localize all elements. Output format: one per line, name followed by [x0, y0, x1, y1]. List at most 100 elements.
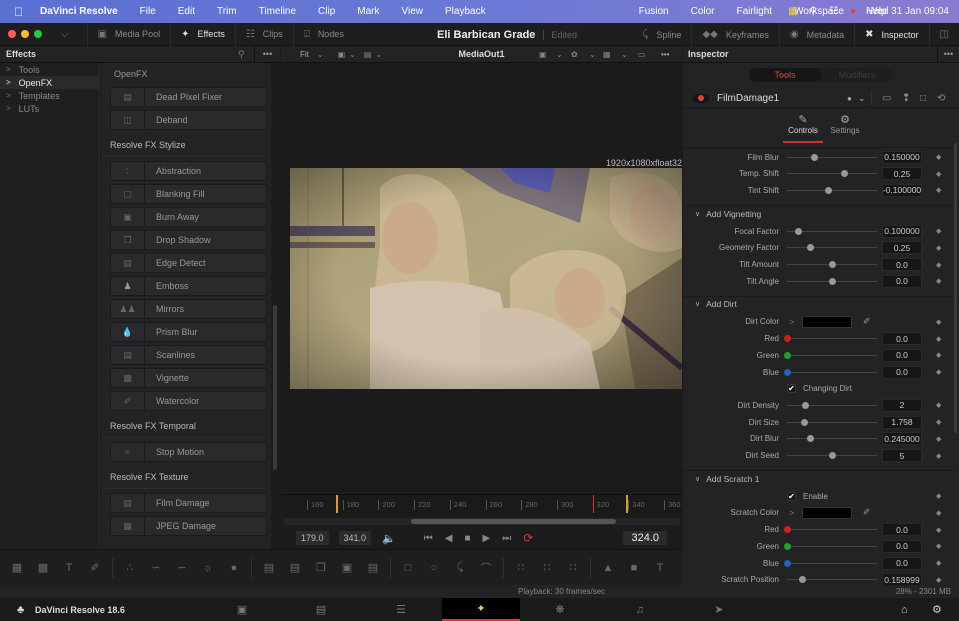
slider-knob[interactable] — [807, 244, 815, 252]
fx-item-mirrors[interactable]: ♟♟ Mirrors — [110, 299, 267, 319]
checkbox[interactable]: ✔ Enable — [787, 491, 828, 501]
subtab-settings[interactable]: ⚙ Settings — [825, 113, 865, 143]
pin-icon[interactable]: ❢ — [902, 93, 910, 104]
slider-knob[interactable] — [829, 277, 836, 285]
viewer-canvas[interactable]: 1920x1080xfloat32 — [281, 63, 682, 493]
page-fusion-button[interactable]: ✦ — [442, 598, 520, 621]
spline-button[interactable]: ⤹ Spline — [632, 23, 693, 46]
page-color-button[interactable]: ❋ — [521, 598, 599, 621]
timeline-scrollbar-thumb[interactable] — [411, 519, 616, 524]
param-slider[interactable] — [787, 576, 877, 584]
fx-item-drop-shadow[interactable]: ❐ Drop Shadow — [110, 230, 267, 250]
fx-item-deband[interactable]: ◫ Deband — [110, 110, 267, 130]
color-channels-icon[interactable]: ✿ — [571, 50, 578, 59]
menu-color[interactable]: Color — [691, 6, 715, 17]
in-point-marker[interactable] — [336, 495, 338, 513]
param-value-field[interactable]: 0.158999 — [882, 573, 922, 585]
tree-item-tools[interactable]: > Tools — [0, 63, 99, 76]
param-slider[interactable] — [787, 418, 877, 426]
slider-knob[interactable] — [824, 186, 832, 194]
tab-modifiers[interactable]: Modifiers — [821, 68, 893, 82]
rectangle-mask-tool-icon[interactable]: □ — [395, 562, 421, 574]
brightness-contrast-tool-icon[interactable]: ∽ — [169, 561, 195, 574]
stop-icon[interactable]: ■ — [464, 533, 470, 544]
inspector-options-menu-icon[interactable]: ••• — [937, 46, 959, 63]
keyframes-button[interactable]: ◆◆ Keyframes — [692, 23, 780, 46]
slider-knob[interactable] — [801, 418, 809, 426]
settings-gear-icon[interactable]: ⚙ — [932, 603, 942, 616]
menu-timeline[interactable]: Timeline — [259, 6, 296, 17]
color-swatch[interactable] — [802, 315, 852, 328]
clips-button[interactable]: ☷ Clips — [236, 22, 294, 46]
menu-view[interactable]: View — [402, 6, 424, 17]
keyframe-diamond-icon[interactable]: ◆ — [936, 318, 941, 326]
fx-item-edge-detect[interactable]: ▤ Edge Detect — [110, 253, 267, 273]
param-value-field[interactable]: 0.0 — [882, 332, 922, 346]
keyframe-diamond-icon[interactable]: ◆ — [936, 277, 941, 285]
menu-trim[interactable]: Trim — [217, 6, 237, 17]
param-slider[interactable] — [787, 153, 877, 161]
page-edit-button[interactable]: ☰ — [362, 598, 440, 621]
effects-list-scrollbar[interactable] — [273, 305, 277, 470]
keyframe-diamond-icon[interactable]: ◆ — [936, 576, 941, 584]
workspace-dropdown-button[interactable]: ⌵ — [47, 22, 88, 46]
param-value-field[interactable]: 0.0 — [882, 365, 922, 379]
color-corrector-tool-icon[interactable]: ☼ — [195, 562, 221, 574]
keyframe-diamond-icon[interactable]: ◆ — [936, 368, 941, 376]
menu-fusion[interactable]: Fusion — [639, 6, 669, 17]
lock-icon[interactable]: □ — [920, 93, 926, 104]
menubar-clock[interactable]: Wed 31 Jan 09:04 — [868, 6, 949, 17]
color-swatch[interactable] — [802, 506, 852, 519]
param-value-field[interactable]: 0.100000 — [882, 224, 922, 238]
keyframe-diamond-icon[interactable]: ◆ — [936, 227, 941, 235]
param-value-field[interactable]: 0.245000 — [882, 432, 922, 446]
subtab-controls[interactable]: ✎ Controls — [783, 113, 823, 143]
home-icon[interactable]: ⌂ — [901, 604, 908, 616]
param-value-field[interactable]: 0.25 — [882, 167, 922, 181]
slider-knob[interactable] — [784, 335, 791, 343]
menu-edit[interactable]: Edit — [178, 6, 195, 17]
slider-knob[interactable] — [806, 435, 814, 443]
param-slider[interactable] — [784, 542, 877, 550]
param-section-header[interactable]: ∨ Add Scratch 1 — [683, 470, 953, 486]
media-pool-button[interactable]: ▣ Media Pool — [88, 22, 172, 46]
fx-item-film-damage[interactable]: ▤ Film Damage — [110, 493, 267, 513]
page-media-button[interactable]: ▣ — [203, 598, 281, 621]
keyframe-diamond-icon[interactable]: ◆ — [936, 509, 941, 517]
inspector-scrollbar[interactable] — [954, 143, 957, 433]
merge-tool-icon[interactable]: ❐ — [308, 561, 334, 574]
keyframe-diamond-icon[interactable]: ◆ — [936, 542, 941, 550]
close-window-button[interactable] — [8, 30, 16, 38]
node-color-dot-icon[interactable]: ● — [847, 94, 852, 103]
slider-knob[interactable] — [784, 542, 791, 550]
param-value-field[interactable]: 1.758 — [882, 415, 922, 429]
timeline-scrollbar[interactable] — [283, 518, 680, 525]
chevron-down-icon[interactable]: ⌄ — [556, 50, 563, 59]
param-slider[interactable] — [787, 452, 877, 459]
param-section-header[interactable]: ∨ Add Dirt — [683, 295, 953, 312]
slider-knob[interactable] — [794, 227, 802, 235]
keyframe-diamond-icon[interactable]: ◆ — [936, 492, 941, 500]
viewer-aspect-icon[interactable]: ▭ — [638, 50, 646, 59]
color-curves-tool-icon[interactable]: ∽ — [143, 561, 169, 574]
tree-item-luts[interactable]: > LUTs — [0, 102, 99, 115]
param-value-field[interactable]: 0.0 — [882, 539, 922, 553]
slider-knob[interactable] — [829, 261, 836, 268]
keyframe-diamond-icon[interactable]: ◆ — [936, 261, 941, 269]
fast-noise-tool-icon[interactable]: ▩ — [30, 561, 56, 574]
node-version-icon[interactable]: ▭ — [882, 93, 891, 104]
param-slider[interactable] — [787, 435, 877, 443]
minimize-window-button[interactable] — [21, 30, 29, 38]
particle-force-tool-icon[interactable]: ∷ — [560, 561, 586, 574]
chevron-right-icon[interactable]: > — [789, 317, 794, 327]
particle-renderer-tool-icon[interactable]: ∷ — [534, 561, 560, 574]
paint-brush-tool-icon[interactable]: ✐ — [82, 561, 108, 574]
param-slider[interactable] — [787, 277, 877, 285]
reset-icon[interactable]: ⟲ — [937, 93, 945, 104]
param-slider[interactable] — [787, 244, 877, 252]
param-slider[interactable] — [784, 559, 877, 567]
param-value-field[interactable]: 2 — [882, 398, 922, 412]
loop-icon[interactable]: ⟳ — [523, 531, 533, 545]
zoom-window-button[interactable] — [34, 30, 42, 38]
chevron-right-icon[interactable]: > — [789, 508, 794, 518]
